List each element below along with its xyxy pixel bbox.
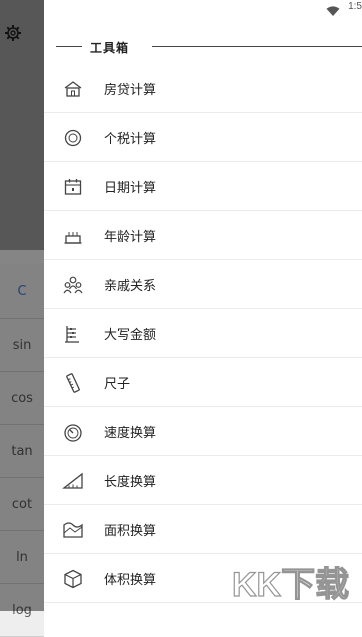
menu-item-label: 面积换算: [104, 524, 157, 539]
tax-coin-icon: [62, 127, 84, 149]
menu-item-relatives[interactable]: 亲戚关系: [44, 260, 362, 309]
menu-item-label: 长度换算: [104, 475, 157, 490]
menu-item-label: 大写金额: [104, 328, 157, 343]
menu-item-mortgage[interactable]: 房贷计算: [44, 64, 362, 113]
header-divider-right: [152, 46, 362, 47]
menu-item-label: 亲戚关系: [104, 279, 157, 294]
wifi-icon: [326, 2, 340, 16]
menu-item-label: 日期计算: [104, 181, 157, 196]
menu-item-label: 尺子: [104, 377, 131, 392]
birthday-cake-icon: [62, 225, 84, 247]
calendar-icon: [62, 176, 84, 198]
drawer-header: 工具箱: [44, 36, 362, 56]
family-icon: [62, 274, 84, 296]
kk-download-watermark: KK下载: [231, 560, 362, 606]
ruler-icon: [62, 372, 84, 394]
house-icon: [62, 78, 84, 100]
menu-item-date[interactable]: 日期计算: [44, 162, 362, 211]
abacus-icon: [62, 323, 84, 345]
header-divider-left: [56, 46, 82, 47]
menu-item-label: 房贷计算: [104, 83, 157, 98]
menu-item-label: 速度换算: [104, 426, 157, 441]
menu-item-label: 个税计算: [104, 132, 157, 147]
menu-item-label: 体积换算: [104, 573, 157, 588]
menu-item-age[interactable]: 年龄计算: [44, 211, 362, 260]
area-icon: [62, 519, 84, 541]
cube-icon: [62, 568, 84, 590]
menu-item-area[interactable]: 面积换算: [44, 505, 362, 554]
speedometer-icon: [62, 421, 84, 443]
menu-item-ruler[interactable]: 尺子: [44, 358, 362, 407]
menu-item-length[interactable]: 长度换算: [44, 456, 362, 505]
menu-item-speed[interactable]: 速度换算: [44, 407, 362, 456]
menu-item-capital-amount[interactable]: 大写金额: [44, 309, 362, 358]
menu-item-label: 年龄计算: [104, 230, 157, 245]
status-bar: 1:5: [44, 0, 362, 16]
tools-menu: 房贷计算 个税计算 日期计算 年龄计算 亲戚关系 大写金额 尺子 速度换算 长度…: [44, 64, 362, 603]
length-ruler-icon: [62, 470, 84, 492]
tools-drawer: 工具箱 房贷计算 个税计算 日期计算 年龄计算 亲戚关系 大写金额 尺子 速度换…: [44, 0, 362, 611]
status-time: 1:5: [348, 1, 362, 12]
menu-item-income-tax[interactable]: 个税计算: [44, 113, 362, 162]
watermark-text: KK下载: [232, 566, 349, 604]
drawer-title: 工具箱: [90, 41, 130, 55]
